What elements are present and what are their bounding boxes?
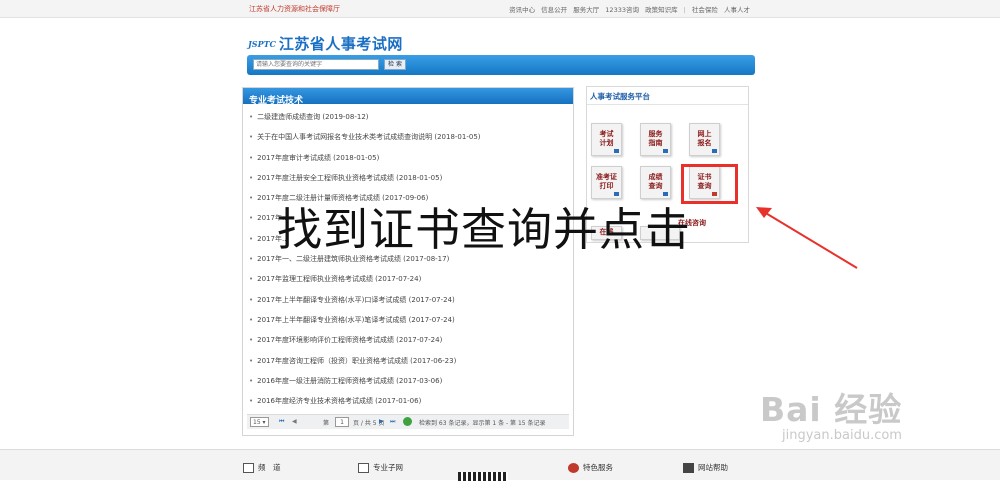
footer-bar: 频 道 专业子网 特色服务 网站帮助	[0, 449, 1000, 481]
special-service-icon	[568, 463, 579, 473]
footer-help[interactable]: 网站帮助	[683, 462, 728, 473]
footer-special[interactable]: 特色服务	[568, 462, 613, 473]
baidu-watermark: Bai 经验 jingyan.baidu.com	[760, 383, 903, 443]
instruction-overlay: 找到证书查询并点击	[277, 203, 692, 256]
footer-subnet[interactable]: 专业子网	[358, 462, 403, 473]
arrow-shaft	[763, 211, 858, 269]
help-icon	[683, 463, 694, 473]
subnet-icon	[358, 463, 369, 473]
footer-channel[interactable]: 频 道	[243, 462, 281, 473]
watermark-url: jingyan.baidu.com	[782, 428, 902, 443]
watermark-brand: Bai 经验	[760, 390, 903, 429]
channel-icon	[243, 463, 254, 473]
